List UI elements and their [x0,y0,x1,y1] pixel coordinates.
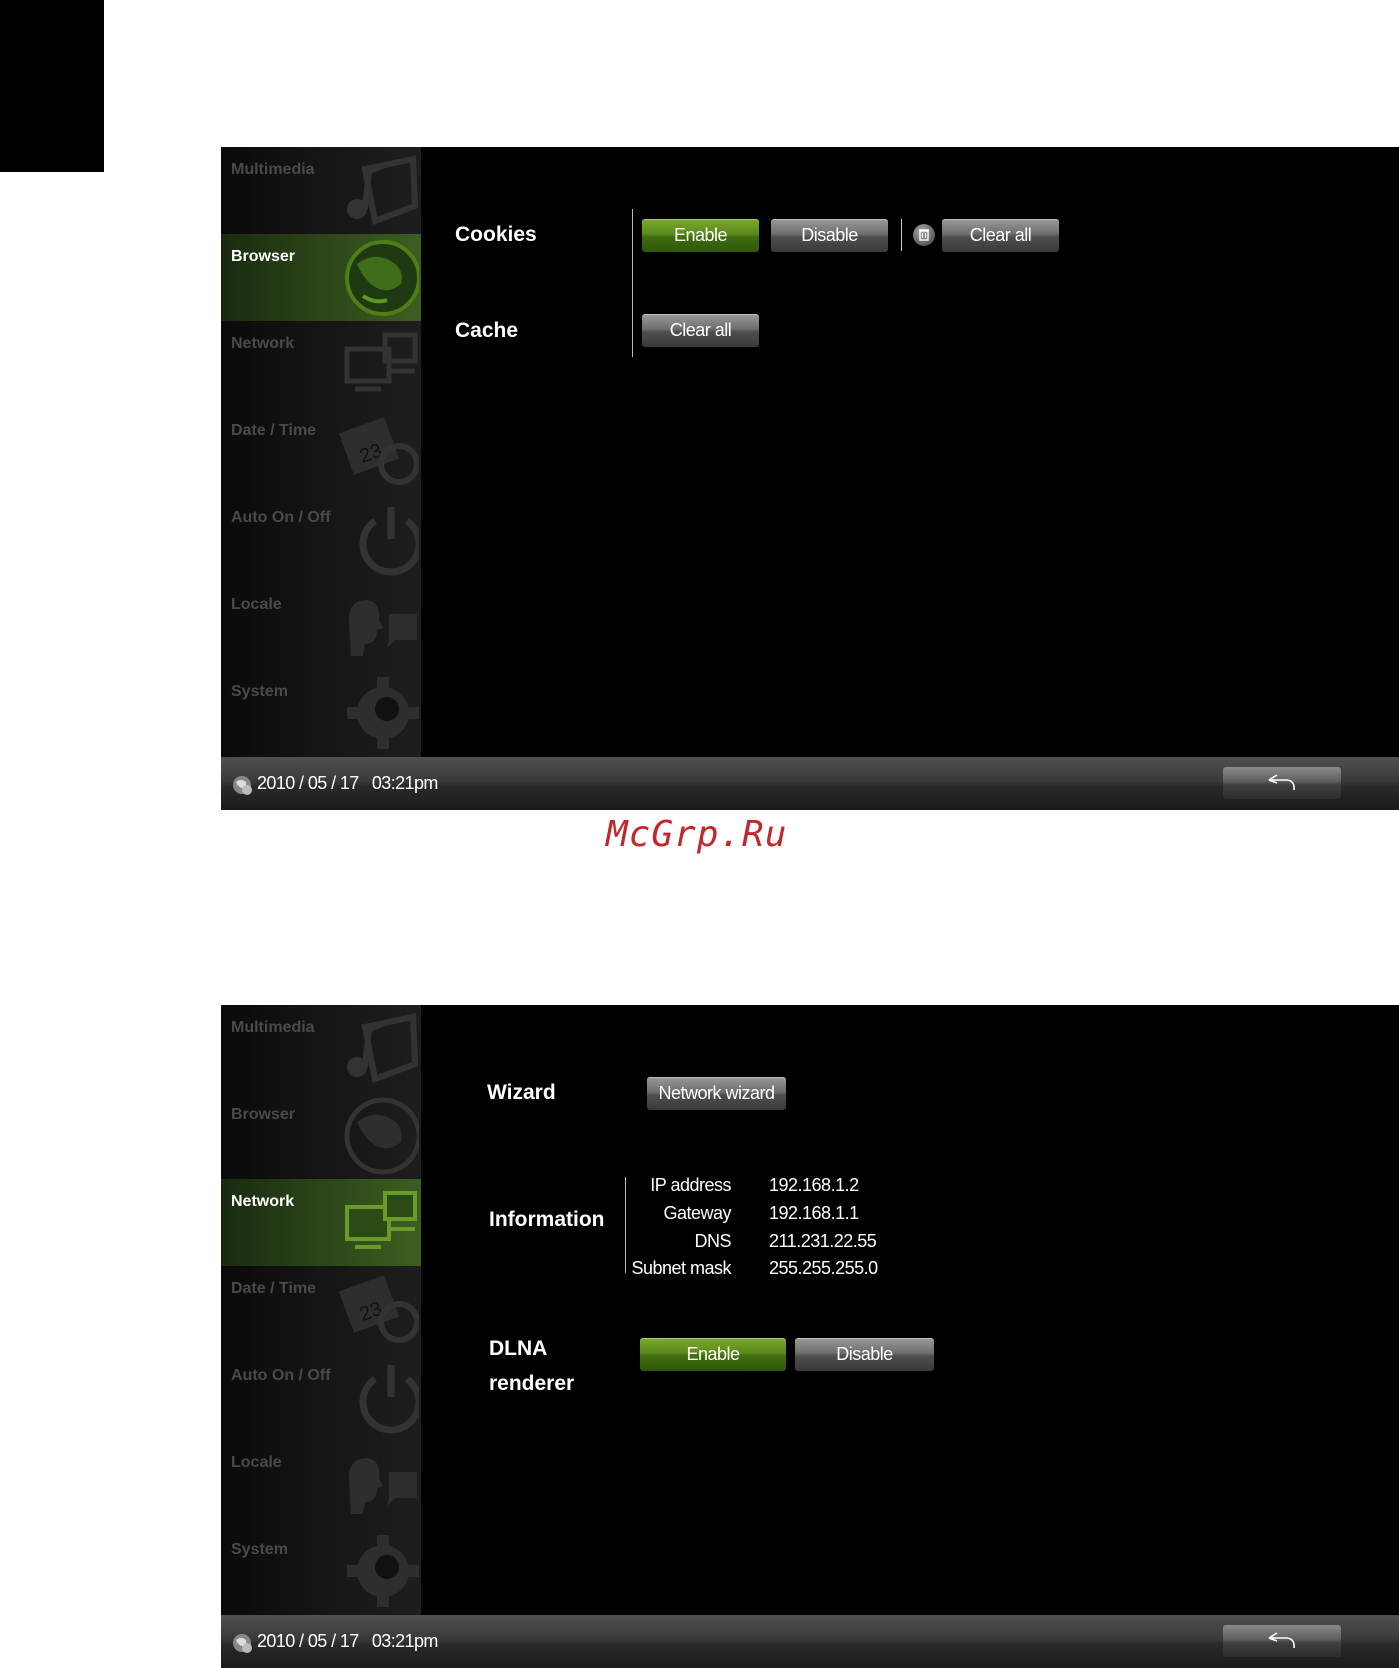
trash-icon [913,224,935,246]
sidebar-item-label: Network [231,335,295,352]
dns-key: DNS [694,1231,731,1251]
cookies-label: Cookies [455,223,537,246]
sidebar: Multimedia Browser Network 23 Date / Tim… [221,147,421,757]
sidebar: Multimedia Browser Network 23 Date / Tim… [221,1005,421,1615]
network-wizard-button[interactable]: Network wizard [647,1077,786,1110]
back-arrow-icon [1268,774,1295,791]
status-bar: 2010 / 05 / 17 03:21pm [221,1615,1399,1668]
power-icon [359,507,419,576]
ip-address-value: 192.168.1.2 [769,1175,859,1195]
settings-screen-browser: Multimedia Browser Network 23 Date / Tim… [221,147,1399,810]
back-arrow-icon [1268,1632,1295,1649]
speech-icon [349,1458,417,1514]
sidebar-item-browser[interactable]: Browser [221,1092,421,1179]
dlna-disable-button[interactable]: Disable [795,1338,934,1371]
status-datetime: 2010 / 05 / 17 03:21pm [257,1631,438,1651]
sidebar-item-multimedia[interactable]: Multimedia [221,147,421,234]
subnet-mask-key: Subnet mask [631,1258,731,1278]
globe-icon [345,240,419,316]
content-panel: Wizard Network wizard Information IP add… [421,1005,1399,1615]
network-icon [345,1191,417,1249]
back-button[interactable] [1223,767,1341,799]
ip-address-key: IP address [650,1175,731,1195]
cookies-enable-button[interactable]: Enable [642,219,759,252]
sidebar-item-label: System [231,1541,288,1558]
status-datetime: 2010 / 05 / 17 03:21pm [257,773,438,793]
globe-icon [344,1097,419,1175]
dlna-enable-button[interactable]: Enable [640,1338,786,1371]
dns-value: 211.231.22.55 [769,1231,877,1251]
multimedia-icon [347,1013,419,1084]
settings-screen-network: Multimedia Browser Network 23 Date / Tim… [221,1005,1399,1668]
gateway-value: 192.168.1.1 [769,1203,859,1223]
sidebar-item-network[interactable]: Network [221,1179,421,1266]
gear-icon [347,1535,419,1607]
speech-icon [349,600,417,656]
sidebar-item-label: Multimedia [231,161,315,178]
sidebar-item-label: Network [231,1193,295,1210]
sidebar-item-locale[interactable]: Locale [221,582,421,669]
renderer-label: renderer [489,1372,575,1395]
sidebar-item-label: Auto On / Off [231,1367,331,1384]
status-bar: 2010 / 05 / 17 03:21pm [221,757,1399,810]
sidebar-item-label: Locale [231,1454,282,1471]
calendar-clock-icon: 23 [338,1275,419,1343]
watermark-text: McGrp.Ru [606,814,788,855]
sidebar-item-label: Browser [231,248,296,265]
sidebar-item-multimedia[interactable]: Multimedia [221,1005,421,1092]
globe-clock-icon [233,776,252,795]
dlna-label: DLNA [489,1337,548,1360]
sidebar-item-system[interactable]: System [221,669,421,756]
sidebar-item-label: Multimedia [231,1019,315,1036]
sidebar-item-label: Date / Time [231,1280,317,1297]
power-icon [359,1365,419,1434]
corner-black-block [0,0,104,172]
sidebar-item-label: System [231,683,288,700]
subnet-mask-value: 255.255.255.0 [769,1258,878,1278]
gear-icon [347,677,419,749]
cache-label: Cache [455,319,519,342]
sidebar-item-auto-on-off[interactable]: Auto On / Off [221,1353,421,1440]
sidebar-item-date-time[interactable]: 23 Date / Time [221,408,421,495]
network-icon [344,332,418,392]
sidebar-item-label: Date / Time [231,422,317,439]
globe-clock-icon [233,1634,252,1653]
button-separator [901,219,902,251]
sidebar-item-browser[interactable]: Browser [221,234,421,321]
sidebar-item-system[interactable]: System [221,1527,421,1614]
cookies-clear-all-button[interactable]: Clear all [942,219,1059,252]
information-label: Information [489,1208,605,1231]
sidebar-item-label: Auto On / Off [231,509,331,526]
gateway-key: Gateway [663,1203,731,1223]
content-panel: Cookies Cache Enable Disable Clear all C… [421,147,1399,757]
section-divider [632,209,633,357]
sidebar-item-label: Browser [231,1106,296,1123]
sidebar-item-auto-on-off[interactable]: Auto On / Off [221,495,421,582]
wizard-label: Wizard [487,1081,556,1104]
sidebar-item-network[interactable]: Network [221,321,421,408]
multimedia-icon [347,155,419,226]
sidebar-item-locale[interactable]: Locale [221,1440,421,1527]
calendar-clock-icon: 23 [338,417,419,485]
sidebar-item-label: Locale [231,596,282,613]
back-button[interactable] [1223,1625,1341,1657]
cookies-disable-button[interactable]: Disable [771,219,888,252]
cache-clear-all-button[interactable]: Clear all [642,314,759,347]
sidebar-item-date-time[interactable]: 23 Date / Time [221,1266,421,1353]
